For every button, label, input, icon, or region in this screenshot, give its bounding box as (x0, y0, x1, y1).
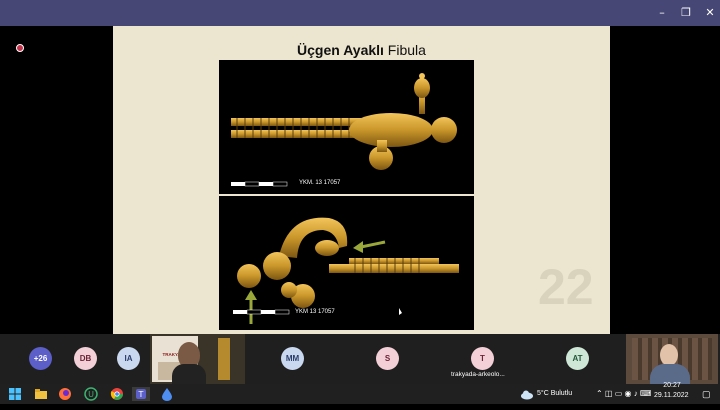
avatar: AT (566, 347, 589, 370)
weather-text[interactable]: 5°C Bulutlu (537, 384, 572, 404)
participant-tile[interactable]: MM (245, 334, 340, 384)
svg-text:U: U (88, 390, 94, 399)
avatar: IA (117, 347, 140, 370)
avatar: MM (281, 347, 304, 370)
self-video-tile[interactable] (626, 334, 718, 384)
teams-icon[interactable]: T (132, 387, 150, 401)
windows-taskbar: U T 5°C Bulutlu ⌃ ◫ ▭ ◉ ♪ ⌨ 20:27 29.11.… (0, 382, 720, 404)
svg-text:T: T (138, 390, 144, 399)
fibula-illustration-bottom (233, 217, 459, 324)
fibula-photo-bottom: YKM 13 17057 (219, 196, 474, 330)
firefox-icon[interactable] (58, 387, 72, 401)
catalog-number-top: YKM. 13 17057 (299, 180, 341, 186)
participant-face (660, 344, 678, 366)
background-object (218, 338, 230, 380)
overflow-participants-badge[interactable]: +26 (29, 347, 52, 370)
file-explorer-icon[interactable] (34, 387, 48, 401)
avatar: T (471, 347, 494, 370)
window-titlebar: – ❐ ✕ (0, 0, 720, 26)
participant-tile[interactable]: IA (108, 334, 148, 384)
windows-start-icon[interactable] (8, 387, 22, 401)
participant-tile[interactable]: DB (70, 334, 108, 384)
tray-icons[interactable]: ⌃ ◫ ▭ ◉ ♪ ⌨ (596, 384, 651, 404)
participant-tile[interactable]: +26 (0, 334, 70, 384)
fibula-illustration-top (231, 73, 457, 187)
participant-body (172, 364, 206, 384)
slide-title: Üçgen Ayaklı Fibula (297, 42, 426, 58)
participant-tile[interactable]: S (340, 334, 435, 384)
chrome-icon[interactable] (110, 387, 124, 401)
avatar: DB (74, 347, 97, 370)
catalog-number-bottom: YKM 13 17057 (295, 309, 335, 315)
close-button[interactable]: ✕ (696, 0, 720, 26)
slide-page-number: 22 (538, 259, 594, 315)
participant-tile[interactable]: T trakyada-arkeolo... (435, 334, 530, 384)
participant-name-label: trakyada-arkeolo... (451, 371, 505, 378)
app-u-icon[interactable]: U (84, 387, 98, 401)
water-drop-app-icon[interactable] (160, 387, 174, 401)
avatar: S (376, 347, 399, 370)
weather-cloud-icon (520, 387, 534, 401)
fibula-photo-top: YKM. 13 17057 (219, 60, 474, 194)
taskbar-date: 29.11.2022 (654, 392, 689, 399)
recording-indicator-icon (16, 44, 24, 52)
notification-icon[interactable]: ▢ (702, 384, 711, 404)
shared-slide: Üçgen Ayaklı Fibula YKM. 13 17057 YKM 13… (113, 26, 610, 334)
participant-tile[interactable]: AT (530, 334, 625, 384)
participant-video-tile[interactable]: TRAKYA TA (150, 334, 245, 384)
participant-strip: +26 DB IA TRAKYA TA MM S T trakyada-arke… (0, 334, 720, 384)
